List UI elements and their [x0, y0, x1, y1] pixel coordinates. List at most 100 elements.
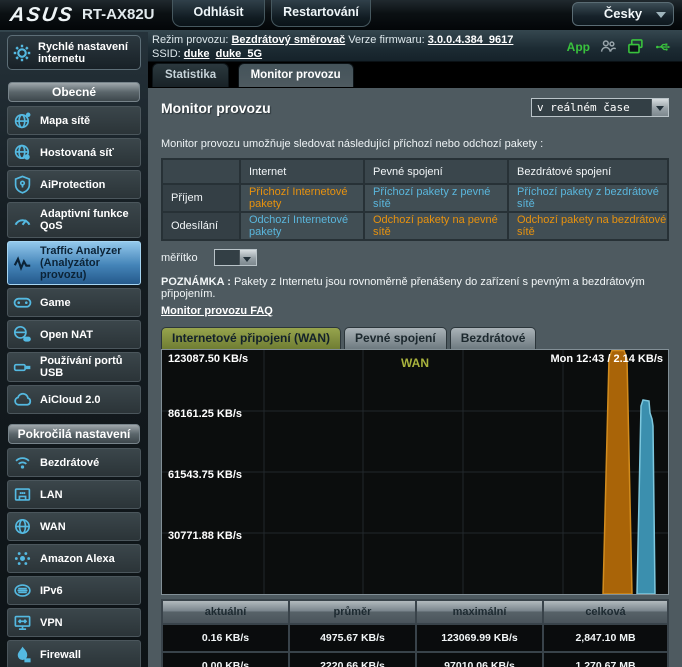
sidebar-item-label: Amazon Alexa	[40, 553, 115, 565]
section-header-advanced: Pokročilá nastavení	[8, 424, 140, 444]
gear-wrench-icon	[12, 43, 32, 63]
lan-port-icon	[13, 485, 33, 504]
traffic-monitor-panel: Monitor provozu v reálném čase Monitor p…	[148, 88, 682, 667]
firmware-label: Verze firmwaru:	[348, 34, 424, 46]
router-info: Režim provozu: Bezdrátový směrovač Verze…	[152, 33, 513, 61]
y-axis-tick: 86161.25 KB/s	[168, 408, 242, 420]
note-label: POZNÁMKA :	[161, 276, 231, 288]
app-link[interactable]: App	[567, 40, 590, 54]
scale-label: měřítko	[161, 252, 198, 264]
tab-strip: Statistika Monitor provozu	[148, 60, 682, 88]
shield-icon	[13, 175, 33, 194]
period-select-value: v reálném čase	[532, 99, 651, 116]
note-body: Pakety z Internetu jsou rovnoměrně přená…	[161, 276, 645, 300]
ssid-2-link[interactable]: duke_5G	[216, 48, 262, 60]
stats-col-current: aktuální	[162, 600, 289, 624]
ssid-1-link[interactable]: duke	[184, 48, 210, 60]
alexa-icon	[13, 549, 33, 568]
sidebar: Rychlé nastavení internetu Obecné Mapa s…	[0, 32, 148, 667]
sidebar-item-wan[interactable]: WAN	[7, 512, 141, 541]
usb-drive-icon	[13, 358, 33, 377]
matrix-row-label: Příjem	[162, 184, 240, 212]
router-model: RT-AX82U	[82, 6, 155, 23]
upload-area	[637, 400, 655, 594]
sidebar-item-label: Firewall	[40, 649, 81, 661]
logout-button[interactable]: Odhlásit	[172, 0, 265, 27]
clients-icon[interactable]	[600, 38, 617, 55]
sidebar-item-label: WAN	[40, 521, 66, 533]
mode-value-link[interactable]: Bezdrátový směrovač	[231, 34, 345, 46]
matrix-cell: Odchozí Internetové pakety	[240, 212, 364, 240]
tab-statistics[interactable]: Statistika	[152, 63, 229, 87]
chart-current-label: Mon 12:43 / 2.14 KB/s	[551, 353, 664, 365]
chart-tab-wireless[interactable]: Bezdrátové	[450, 327, 537, 349]
sidebar-item-aicloud[interactable]: AiCloud 2.0	[7, 385, 141, 414]
stats-cell-average: 4975.67 KB/s	[289, 624, 416, 652]
sidebar-item-alexa[interactable]: Amazon Alexa	[7, 544, 141, 573]
y-axis-tick: 30771.88 KB/s	[168, 530, 242, 542]
chevron-down-icon	[651, 99, 668, 116]
matrix-row-label: Odesílání	[162, 212, 240, 240]
router-admin-page: ASUS RT-AX82U Odhlásit Restartování Česk…	[0, 0, 682, 667]
firewall-icon	[13, 645, 33, 664]
panel-description: Monitor provozu umožňuje sledovat násled…	[161, 138, 669, 150]
stats-cell-current: 0.16 KB/s	[162, 624, 289, 652]
matrix-col-empty	[162, 159, 240, 184]
sidebar-item-label: AiProtection	[40, 179, 105, 191]
reboot-button[interactable]: Restartování	[271, 0, 371, 27]
firmware-value-link[interactable]: 3.0.0.4.384_9617	[428, 34, 514, 46]
sidebar-item-open-nat[interactable]: Open NAT	[7, 320, 141, 349]
chart-tab-wired[interactable]: Pevné spojení	[344, 327, 447, 349]
matrix-cell: Odchozí pakety na pevné sítě	[364, 212, 508, 240]
sidebar-item-guest-network[interactable]: Hostovaná síť	[7, 138, 141, 167]
stats-cell-maximum: 123069.99 KB/s	[416, 624, 543, 652]
sidebar-item-network-map[interactable]: Mapa sítě	[7, 106, 141, 135]
cloud-icon	[13, 390, 33, 409]
period-select[interactable]: v reálném čase	[531, 98, 669, 117]
stats-col-average: průměr	[289, 600, 416, 624]
stats-cell-total: 1,270.67 MB	[543, 652, 668, 667]
asus-logo: ASUS	[8, 4, 75, 27]
sidebar-item-label: VPN	[40, 617, 63, 629]
sidebar-item-firewall[interactable]: Firewall	[7, 640, 141, 667]
sidebar-item-vpn[interactable]: VPN	[7, 608, 141, 637]
section-header-general: Obecné	[8, 82, 140, 102]
guest-network-icon	[13, 143, 33, 162]
tab-traffic-monitor[interactable]: Monitor provozu	[238, 63, 354, 87]
vpn-icon	[13, 613, 33, 632]
quick-setup-button[interactable]: Rychlé nastavení internetu	[7, 35, 141, 70]
chart-tab-wan[interactable]: Internetové připojení (WAN)	[161, 327, 341, 349]
packet-matrix-table: Internet Pevné spojení Bezdrátové spojen…	[161, 158, 669, 241]
devices-icon[interactable]	[627, 38, 644, 55]
sidebar-item-label: Traffic Analyzer (Analyzátor provozu)	[40, 245, 135, 281]
sidebar-item-usb[interactable]: Používání portů USB	[7, 352, 141, 382]
matrix-col-wireless: Bezdrátové spojení	[508, 159, 668, 184]
scale-select-value	[215, 250, 239, 265]
scale-select[interactable]	[214, 249, 257, 266]
chevron-down-icon	[239, 250, 256, 265]
sidebar-item-ipv6[interactable]: IPv6	[7, 576, 141, 605]
faq-link[interactable]: Monitor provozu FAQ	[161, 305, 273, 317]
sidebar-item-aiprotection[interactable]: AiProtection	[7, 170, 141, 199]
sidebar-item-lan[interactable]: LAN	[7, 480, 141, 509]
network-map-icon	[13, 111, 33, 130]
sidebar-item-wireless[interactable]: Bezdrátové	[7, 448, 141, 477]
table-row: Příjem Příchozí Internetové pakety Přích…	[162, 184, 668, 212]
matrix-cell: Odchozí pakety na bezdrátové sítě	[508, 212, 668, 240]
usb-icon[interactable]	[654, 39, 672, 55]
language-dropdown[interactable]: Česky	[572, 2, 674, 26]
stats-cell-maximum: 97010.06 KB/s	[416, 652, 543, 667]
note-text: POZNÁMKA : Pakety z Internetu jsou rovno…	[161, 276, 669, 300]
qos-gauge-icon	[13, 211, 33, 230]
table-header-row: aktuální průměr maximální celková	[162, 600, 668, 624]
open-nat-icon	[13, 325, 33, 344]
page-title: Monitor provozu	[161, 100, 271, 116]
sidebar-item-traffic-analyzer[interactable]: Traffic Analyzer (Analyzátor provozu)	[7, 241, 141, 285]
table-row: 0.16 KB/s 4975.67 KB/s 123069.99 KB/s 2,…	[162, 624, 668, 652]
chevron-down-icon	[656, 12, 666, 18]
sidebar-item-game[interactable]: Game	[7, 288, 141, 317]
stats-col-maximum: maximální	[416, 600, 543, 624]
sidebar-item-label: AiCloud 2.0	[40, 394, 101, 406]
sidebar-item-qos[interactable]: Adaptivní funkce QoS	[7, 202, 141, 238]
matrix-cell: Příchozí pakety z bezdrátové sítě	[508, 184, 668, 212]
